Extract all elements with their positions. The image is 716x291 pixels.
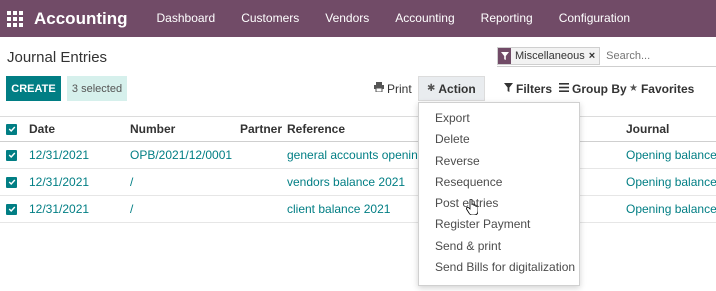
action-label: Action xyxy=(438,81,476,96)
row-journal: Opening balances xyxy=(626,148,716,162)
row-reference: general accounts opening balance xyxy=(287,148,417,162)
journal-entries-table: Date Number Partner Reference Journal 12… xyxy=(0,116,716,223)
favorites-button[interactable]: ★ Favorites xyxy=(629,76,694,101)
menu-item-register-payment[interactable]: Register Payment xyxy=(419,214,579,235)
page-title: Journal Entries xyxy=(7,49,108,66)
search-input[interactable] xyxy=(606,50,707,62)
facet-label: Miscellaneous xyxy=(515,50,585,62)
hand-cursor-icon xyxy=(466,199,478,215)
row-partner xyxy=(240,196,285,222)
menu-dashboard[interactable]: Dashboard xyxy=(144,0,229,37)
menu-item-delete[interactable]: Delete xyxy=(419,129,579,150)
select-all-checkbox[interactable] xyxy=(6,123,17,135)
menu-configuration[interactable]: Configuration xyxy=(546,0,643,37)
row-partner xyxy=(240,169,285,195)
menu-customers[interactable]: Customers xyxy=(228,0,312,37)
create-button[interactable]: CREATE xyxy=(6,76,61,101)
app-name[interactable]: Accounting xyxy=(34,9,128,29)
row-checkbox[interactable] xyxy=(6,176,17,188)
row-journal: Opening balances xyxy=(626,202,716,216)
row-journal: Opening balances xyxy=(626,175,716,189)
row-checkbox[interactable] xyxy=(6,203,17,215)
menu-reporting[interactable]: Reporting xyxy=(468,0,546,37)
menu-accounting[interactable]: Accounting xyxy=(382,0,467,37)
print-label: Print xyxy=(387,81,412,96)
column-journal[interactable]: Journal xyxy=(626,117,716,141)
list-icon xyxy=(559,82,569,95)
top-navbar: Accounting Dashboard Customers Vendors A… xyxy=(0,0,716,37)
facet-remove-button[interactable]: × xyxy=(589,48,599,64)
column-date[interactable]: Date xyxy=(29,117,124,141)
menu-item-reverse[interactable]: Reverse xyxy=(419,151,579,172)
filter-icon xyxy=(504,82,513,95)
row-partner xyxy=(240,142,285,168)
favorites-label: Favorites xyxy=(640,81,695,96)
menu-item-send-bills-digitalization[interactable]: Send Bills for digitalization xyxy=(419,257,579,278)
row-date: 12/31/2021 xyxy=(29,175,90,189)
filters-label: Filters xyxy=(516,81,553,96)
action-button[interactable]: ✱ Action xyxy=(418,76,485,101)
table-row[interactable]: 12/31/2021 / vendors balance 2021 Openin… xyxy=(0,169,716,196)
action-dropdown-menu: Export Delete Reverse Resequence Post en… xyxy=(418,102,580,286)
row-number: OPB/2021/12/0001 xyxy=(130,148,233,162)
apps-grid-icon[interactable] xyxy=(6,10,24,28)
row-checkbox[interactable] xyxy=(6,149,17,161)
row-date: 12/31/2021 xyxy=(29,148,90,162)
groupby-button[interactable]: Group By xyxy=(559,76,627,101)
search-bar: Miscellaneous × xyxy=(497,46,716,67)
row-reference: vendors balance 2021 xyxy=(287,175,406,189)
print-button[interactable]: Print xyxy=(374,76,412,101)
gear-icon: ✱ xyxy=(427,83,436,94)
groupby-label: Group By xyxy=(572,81,627,96)
row-number: / xyxy=(130,202,134,216)
table-row[interactable]: 12/31/2021 / client balance 2021 Opening… xyxy=(0,196,716,223)
menu-item-post-entries[interactable]: Post entries xyxy=(419,193,579,214)
column-partner[interactable]: Partner xyxy=(240,117,285,141)
menu-item-send-print[interactable]: Send & print xyxy=(419,236,579,257)
row-reference: client balance 2021 xyxy=(287,202,391,216)
row-number: / xyxy=(130,175,134,189)
filters-button[interactable]: Filters xyxy=(504,76,552,101)
menu-item-export[interactable]: Export xyxy=(419,108,579,129)
column-number[interactable]: Number xyxy=(130,117,235,141)
filter-icon xyxy=(498,48,511,64)
table-header: Date Number Partner Reference Journal xyxy=(0,116,716,142)
star-icon: ★ xyxy=(629,83,638,94)
menu-vendors[interactable]: Vendors xyxy=(312,0,382,37)
row-date: 12/31/2021 xyxy=(29,202,90,216)
printer-icon xyxy=(374,82,384,95)
menu-item-resequence[interactable]: Resequence xyxy=(419,172,579,193)
table-row[interactable]: 12/31/2021 OPB/2021/12/0001 general acco… xyxy=(0,142,716,169)
column-reference[interactable]: Reference xyxy=(287,117,417,141)
search-facet: Miscellaneous × xyxy=(497,47,601,65)
selected-count: 3 selected xyxy=(67,76,127,101)
